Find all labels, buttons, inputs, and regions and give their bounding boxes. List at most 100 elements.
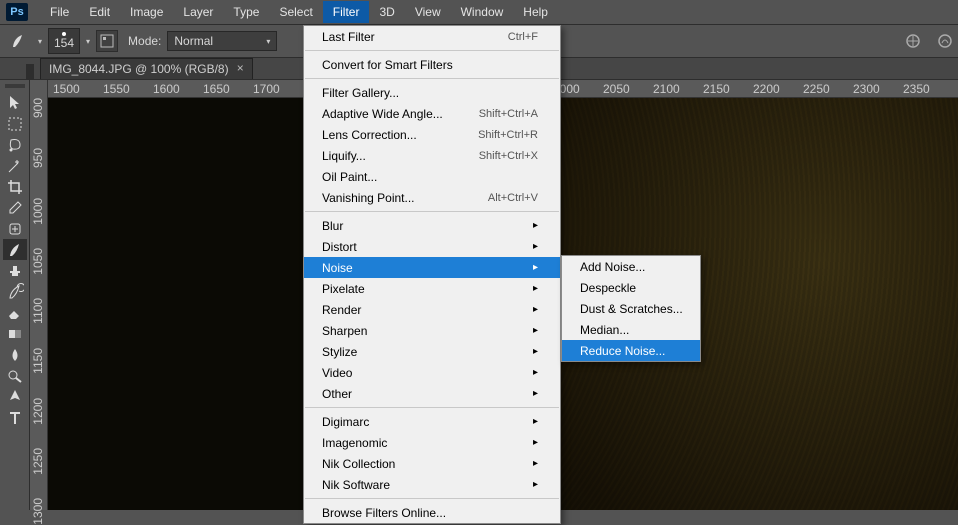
menu-item-noise[interactable]: Noise [304, 257, 560, 278]
menu-item-distort[interactable]: Distort [304, 236, 560, 257]
menu-item-liquify[interactable]: Liquify... Shift+Ctrl+X [304, 145, 560, 166]
menu-item-render[interactable]: Render [304, 299, 560, 320]
menu-item-sharpen[interactable]: Sharpen [304, 320, 560, 341]
gradient-tool[interactable] [3, 323, 27, 344]
menu-item-label: Median... [580, 323, 629, 337]
menu-item-nik-collection[interactable]: Nik Collection [304, 453, 560, 474]
brush-size-value: 154 [54, 36, 74, 50]
document-tab[interactable]: IMG_8044.JPG @ 100% (RGB/8) × [40, 58, 253, 79]
menu-item-blur[interactable]: Blur [304, 215, 560, 236]
brush-preset-picker[interactable]: 154 [48, 28, 80, 54]
menu-item-filter-gallery[interactable]: Filter Gallery... [304, 82, 560, 103]
close-icon[interactable]: × [237, 62, 244, 76]
menu-item-video[interactable]: Video [304, 362, 560, 383]
menu-separator [305, 407, 559, 408]
menu-item-stylize[interactable]: Stylize [304, 341, 560, 362]
ruler-tick: 1650 [203, 82, 230, 96]
menu-view[interactable]: View [405, 1, 451, 23]
menu-item-lens-correction[interactable]: Lens Correction...Shift+Ctrl+R [304, 124, 560, 145]
menu-item-shortcut: Shift+Ctrl+X [479, 150, 538, 162]
brush-panel-button[interactable] [96, 30, 118, 52]
menu-item-dust-scratches[interactable]: Dust & Scratches... [562, 298, 700, 319]
menu-separator [305, 498, 559, 499]
menu-item-shortcut: Alt+Ctrl+V [488, 192, 538, 204]
tablet-pressure-toggle[interactable] [932, 28, 958, 54]
menu-item-despeckle[interactable]: Despeckle [562, 277, 700, 298]
menu-3d[interactable]: 3D [369, 1, 404, 23]
move-tool[interactable] [3, 92, 27, 113]
crop-tool[interactable] [3, 176, 27, 197]
panel-grip-icon[interactable] [5, 84, 25, 88]
menu-item-imagenomic[interactable]: Imagenomic [304, 432, 560, 453]
pen-tool[interactable] [3, 386, 27, 407]
menu-item-label: Despeckle [580, 281, 636, 295]
ruler-tick: 2250 [803, 82, 830, 96]
menu-item-label: Nik Software [322, 478, 390, 492]
menu-item-shortcut: Ctrl+F [508, 31, 538, 43]
menu-item-convert-for-smart-filters[interactable]: Convert for Smart Filters [304, 54, 560, 75]
ruler-tick: 1700 [253, 82, 280, 96]
menu-item-nik-software[interactable]: Nik Software [304, 474, 560, 495]
menu-item-vanishing-point[interactable]: Vanishing Point...Alt+Ctrl+V [304, 187, 560, 208]
menu-item-browse-filters-online[interactable]: Browse Filters Online... [304, 502, 560, 523]
menu-item-label: Adaptive Wide Angle... [322, 107, 443, 121]
type-tool[interactable] [3, 407, 27, 428]
wand-tool[interactable] [3, 155, 27, 176]
healing-brush-tool[interactable] [3, 218, 27, 239]
active-tool-indicator[interactable] [6, 28, 32, 54]
menu-item-digimarc[interactable]: Digimarc [304, 411, 560, 432]
ruler-tick: 1500 [53, 82, 80, 96]
stamp-tool[interactable] [3, 260, 27, 281]
history-brush-tool[interactable] [3, 281, 27, 302]
ruler-tick: 1250 [31, 448, 47, 475]
eraser-tool[interactable] [3, 302, 27, 323]
mode-label: Mode: [128, 34, 161, 48]
menu-type[interactable]: Type [223, 1, 269, 23]
menu-file[interactable]: File [40, 1, 79, 23]
menu-help[interactable]: Help [513, 1, 558, 23]
chevron-down-icon: ▾ [86, 37, 90, 46]
menu-window[interactable]: Window [451, 1, 514, 23]
menu-filter[interactable]: Filter [323, 1, 370, 23]
menu-item-median[interactable]: Median... [562, 319, 700, 340]
blend-mode-dropdown[interactable]: Normal ▾ [167, 31, 277, 51]
marquee-tool[interactable] [3, 113, 27, 134]
ruler-tick: 2050 [603, 82, 630, 96]
brush-tool[interactable] [3, 239, 27, 260]
ruler-tick: 1100 [31, 298, 47, 324]
menu-item-add-noise[interactable]: Add Noise... [562, 256, 700, 277]
menu-item-label: Blur [322, 219, 343, 233]
dodge-tool[interactable] [3, 365, 27, 386]
blur-tool[interactable] [3, 344, 27, 365]
menu-item-label: Video [322, 366, 352, 380]
ruler-tick: 2200 [753, 82, 780, 96]
menu-item-shortcut: Shift+Ctrl+R [478, 129, 538, 141]
tab-notch-icon [26, 64, 34, 79]
menu-item-other[interactable]: Other [304, 383, 560, 404]
menu-item-label: Last Filter [322, 30, 375, 44]
tools-panel [0, 80, 30, 510]
menu-item-adaptive-wide-angle[interactable]: Adaptive Wide Angle...Shift+Ctrl+A [304, 103, 560, 124]
ruler-tick: 2100 [653, 82, 680, 96]
ruler-tick: 900 [31, 98, 47, 118]
menu-item-label: Other [322, 387, 352, 401]
ruler-tick: 1200 [31, 398, 47, 425]
menu-item-reduce-noise[interactable]: Reduce Noise... [562, 340, 700, 361]
airbrush-toggle[interactable] [900, 28, 926, 54]
menu-item-oil-paint[interactable]: Oil Paint... [304, 166, 560, 187]
menu-layer[interactable]: Layer [173, 1, 223, 23]
menu-edit[interactable]: Edit [79, 1, 120, 23]
eyedropper-tool[interactable] [3, 197, 27, 218]
menu-item-pixelate[interactable]: Pixelate [304, 278, 560, 299]
ruler-tick: 950 [31, 148, 47, 168]
menu-item-last-filter[interactable]: Last Filter Ctrl+F [304, 26, 560, 47]
menu-select[interactable]: Select [269, 1, 322, 23]
menu-item-label: Reduce Noise... [580, 344, 665, 358]
menu-bar: Ps FileEditImageLayerTypeSelectFilter3DV… [0, 0, 958, 25]
blend-mode-value: Normal [174, 34, 213, 48]
lasso-tool[interactable] [3, 134, 27, 155]
menu-item-label: Sharpen [322, 324, 367, 338]
menu-image[interactable]: Image [120, 1, 173, 23]
vertical-ruler: 9009501000105011001150120012501300 [30, 80, 48, 510]
menu-item-label: Liquify... [322, 149, 366, 163]
